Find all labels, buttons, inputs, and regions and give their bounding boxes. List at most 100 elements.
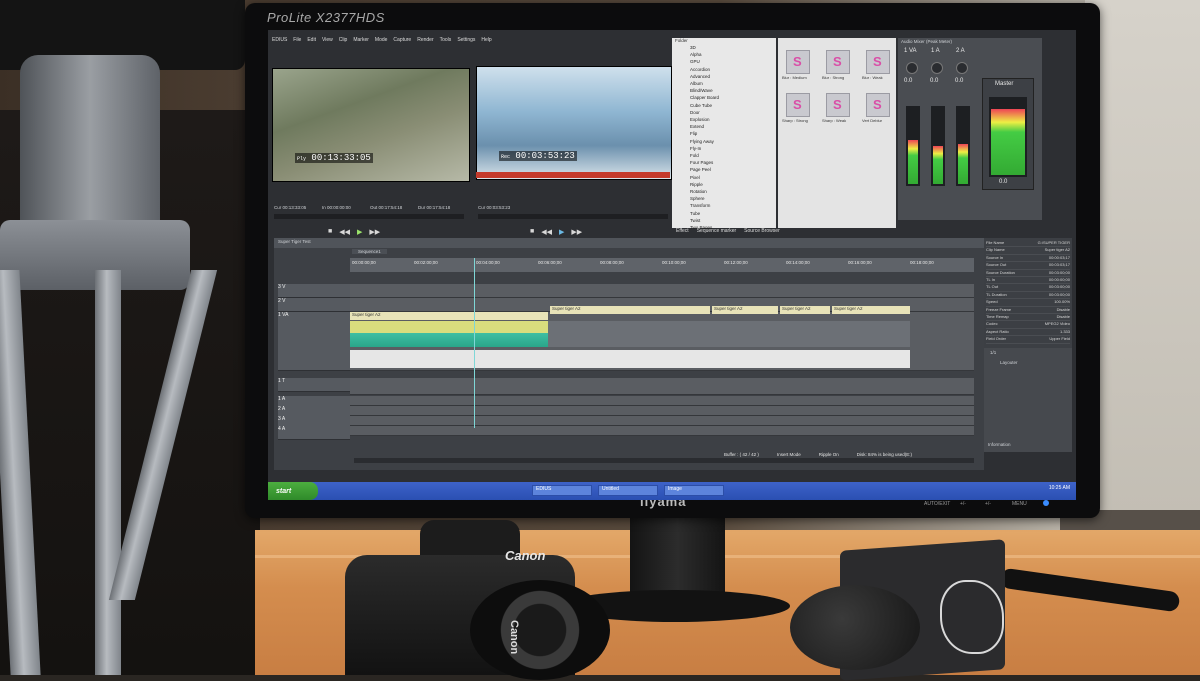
folder-item[interactable]: 3D — [690, 44, 776, 51]
track-header[interactable]: 1 T — [278, 378, 350, 392]
folder-item[interactable]: Rotation — [690, 188, 776, 195]
folder-item[interactable]: GPU — [690, 58, 776, 65]
information-tab[interactable]: Information — [988, 442, 1011, 447]
insert-mode-status[interactable]: Insert Mode — [777, 452, 801, 462]
clip-title-bar[interactable]: Super tiger A2 — [712, 306, 778, 314]
rewind-icon[interactable]: ◀◀ — [339, 228, 350, 236]
menu-marker[interactable]: Marker — [353, 37, 369, 43]
player-scrubber[interactable] — [274, 214, 464, 219]
channel-meter — [906, 106, 920, 186]
track-header[interactable]: 1 VA — [278, 312, 350, 371]
effect-thumbnail[interactable]: S — [786, 93, 810, 117]
recorder-scrubber[interactable] — [478, 214, 668, 219]
timeline-playhead[interactable] — [474, 258, 475, 428]
menu-render[interactable]: Render — [417, 37, 433, 43]
clip-title-bar[interactable]: Super tiger A2 — [832, 306, 910, 314]
folder-item[interactable]: Pixel — [690, 174, 776, 181]
folder-item[interactable]: Flip — [690, 130, 776, 137]
recorder-preview[interactable]: Rec 00:03:53:23 — [476, 66, 672, 180]
track-lane[interactable] — [350, 406, 974, 416]
menu-file[interactable]: File — [293, 37, 301, 43]
folder-item[interactable]: Blind/Wave — [690, 87, 776, 94]
play-icon[interactable]: ▶ — [357, 228, 362, 236]
folder-item[interactable]: Fly-In — [690, 145, 776, 152]
stop-icon[interactable]: ■ — [530, 228, 534, 236]
folder-item[interactable]: Advanced — [690, 73, 776, 80]
layouter-label[interactable]: Layouter — [1000, 360, 1018, 365]
taskbar-item[interactable]: Image — [664, 485, 724, 496]
info-row: Source In 00:00:03;17 — [986, 255, 1070, 263]
video-clip[interactable] — [548, 321, 910, 347]
menu-settings[interactable]: Settings — [457, 37, 475, 43]
rewind-icon[interactable]: ◀◀ — [541, 228, 552, 236]
audio-waveform-clip[interactable] — [350, 333, 548, 347]
track-lane[interactable] — [350, 284, 974, 298]
fast-forward-icon[interactable]: ▶▶ — [369, 228, 380, 236]
folder-item[interactable]: Clapper Board — [690, 94, 776, 101]
folder-item[interactable]: Accordion — [690, 66, 776, 73]
power-led-icon[interactable] — [1043, 500, 1049, 506]
track-lane[interactable]: Super tiger A2 Super tiger A2 Super tige… — [350, 306, 974, 371]
player-transport: ■ ◀◀ ▶ ▶▶ — [328, 228, 380, 236]
tab-source-browser[interactable]: Source Browser — [744, 228, 780, 238]
menu-help[interactable]: Help — [481, 37, 491, 43]
menu-capture[interactable]: Capture — [393, 37, 411, 43]
folder-item[interactable]: Cube Tube — [690, 102, 776, 109]
effect-thumbnail[interactable]: S — [866, 50, 890, 74]
folder-item[interactable]: Fold — [690, 152, 776, 159]
tab-sequence[interactable]: Sequence1 — [352, 249, 387, 254]
track-lane[interactable] — [350, 378, 974, 395]
timeline-ruler[interactable]: 00:00:00;00 00:02:00;00 00:04:00;00 00:0… — [350, 258, 974, 272]
mixer-channel-label: 1 A — [931, 48, 940, 54]
folder-item[interactable]: Extend — [690, 123, 776, 130]
folder-item[interactable]: Transform — [690, 202, 776, 209]
stop-icon[interactable]: ■ — [328, 228, 332, 236]
folder-item[interactable]: Four Pages — [690, 159, 776, 166]
clip-title-bar[interactable]: Super tiger A2 — [780, 306, 830, 314]
folder-item[interactable]: Alpha — [690, 51, 776, 58]
folder-item[interactable]: Twist — [690, 217, 776, 224]
player-preview[interactable]: Ply 00:13:33:05 — [272, 68, 470, 182]
taskbar-item[interactable]: EDIUS — [532, 485, 592, 496]
effect-thumbnail[interactable]: S — [826, 50, 850, 74]
folder-item[interactable]: Page Peel — [690, 166, 776, 173]
taskbar-item[interactable]: Untitled — [598, 485, 658, 496]
folder-item[interactable]: Sphere — [690, 195, 776, 202]
video-clip[interactable] — [350, 321, 548, 333]
folder-item[interactable]: Flying Away — [690, 138, 776, 145]
pan-knob-icon[interactable] — [906, 62, 918, 74]
track-lane[interactable] — [350, 416, 974, 426]
clip-title-bar[interactable]: Super tiger A2 — [550, 306, 710, 314]
pan-knob-icon[interactable] — [931, 62, 943, 74]
effect-thumbnail[interactable]: S — [786, 50, 810, 74]
tab-sequence-marker[interactable]: Sequence marker — [697, 228, 736, 238]
menu-edit[interactable]: Edit — [307, 37, 316, 43]
menu-clip[interactable]: Clip — [339, 37, 348, 43]
menu-tools[interactable]: Tools — [440, 37, 452, 43]
start-button[interactable]: start — [268, 482, 318, 500]
tab-effect[interactable]: Effect — [676, 228, 689, 238]
ripple-status[interactable]: Ripple On — [819, 452, 839, 462]
wall — [1085, 0, 1200, 540]
effect-thumbnail[interactable]: S — [866, 93, 890, 117]
track-lane[interactable] — [350, 396, 974, 406]
pan-knob-icon[interactable] — [956, 62, 968, 74]
effect-thumbnail[interactable]: S — [826, 93, 850, 117]
track-lane[interactable] — [350, 426, 974, 436]
folder-item[interactable]: Tube — [690, 210, 776, 217]
ruler-tick: 00:06:00;00 — [538, 260, 562, 265]
menu-mode[interactable]: Mode — [375, 37, 388, 43]
clip-title-bar[interactable]: Super tiger A2 — [350, 312, 548, 320]
audio-clip[interactable] — [350, 350, 910, 368]
folder-item[interactable]: Ripple — [690, 181, 776, 188]
folder-item[interactable]: Album — [690, 80, 776, 87]
folder-item[interactable]: Door — [690, 109, 776, 116]
menu-app[interactable]: EDIUS — [272, 37, 287, 43]
menu-view[interactable]: View — [322, 37, 333, 43]
track-header[interactable]: 2 V — [278, 298, 350, 312]
track-header[interactable]: 3 V — [278, 284, 350, 298]
fast-forward-icon[interactable]: ▶▶ — [571, 228, 582, 236]
folder-item[interactable]: Explosion — [690, 116, 776, 123]
play-icon[interactable]: ▶ — [559, 228, 564, 236]
track-header[interactable]: 4 A — [278, 426, 350, 440]
